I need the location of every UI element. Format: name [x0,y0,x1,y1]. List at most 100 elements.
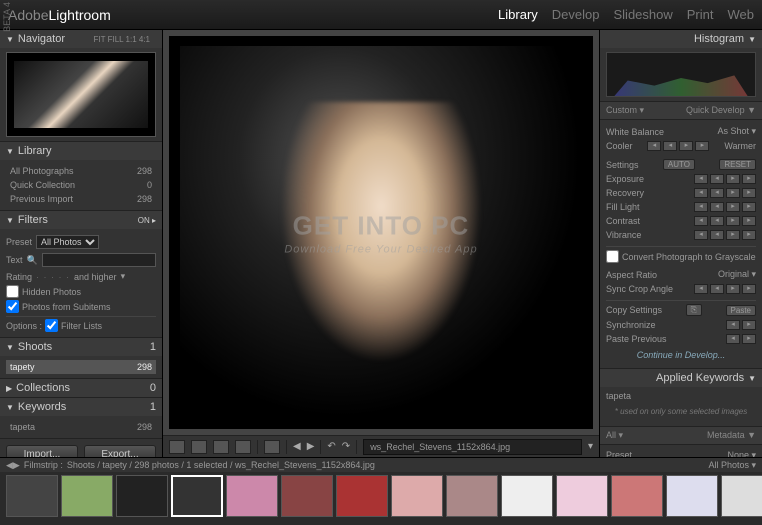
preset-label: Preset [6,237,32,247]
contrast-slider[interactable]: ◂◂▸▸ [694,216,756,226]
filmstrip-thumb[interactable] [611,475,663,517]
shoot-item[interactable]: tapety298 [6,360,156,374]
filmstrip-thumb[interactable] [226,475,278,517]
filter-lists-checkbox[interactable] [45,319,58,332]
chevron-right-icon: ▶ [6,384,12,393]
on-toggle[interactable]: ON ▸ [138,216,156,225]
recovery-slider[interactable]: ◂◂▸▸ [694,188,756,198]
filmstrip-thumb[interactable] [666,475,718,517]
vibrance-slider[interactable]: ◂◂▸▸ [694,230,756,240]
keyword-item[interactable]: tapeta298 [6,420,156,434]
preset-select[interactable]: All Photos [36,235,99,249]
fill light-slider[interactable]: ◂◂▸▸ [694,202,756,212]
wb-label: White Balance [606,127,664,137]
library-item[interactable]: All Photographs298 [6,164,156,178]
copy-button[interactable]: ⎘ [686,304,702,316]
hidden-photos-checkbox[interactable] [6,285,19,298]
continue-develop-link[interactable]: Continue in Develop... [606,346,756,364]
chevron-down-icon: ▼ [6,403,14,412]
filmstrip-thumb[interactable] [721,475,762,517]
module-slideshow[interactable]: Slideshow [614,7,673,22]
sort-button[interactable] [264,440,280,454]
module-print[interactable]: Print [687,7,714,22]
filmstrip-thumb[interactable] [61,475,113,517]
quick-develop-header[interactable]: Quick Develop ▼ [686,105,756,116]
applied-keywords-header[interactable]: Applied Keywords▼ [600,369,762,387]
filmstrip-thumb[interactable] [336,475,388,517]
rating-label: Rating [6,272,32,282]
metadata-header[interactable]: Metadata ▼ [707,430,756,441]
aspect-value[interactable]: Original ▾ [718,269,756,280]
compare-view-button[interactable] [213,440,229,454]
paste-prev-buttons[interactable]: ◂▸ [726,334,756,344]
chevron-down-icon[interactable]: ▾ [588,441,593,452]
filmstrip-thumb[interactable] [501,475,553,517]
navigator-zoom-options[interactable]: FIT FILL 1:1 4:1 [94,35,156,44]
custom-selector[interactable]: Custom ▾ [606,105,644,116]
chevron-down-icon: ▼ [6,216,14,225]
survey-view-button[interactable] [235,440,251,454]
filmstrip-thumb[interactable] [446,475,498,517]
chevron-down-icon: ▼ [6,147,14,156]
beta-badge: BETA 4 [2,2,12,32]
top-bar: BETA 4 AdobeLightroom Library Develop Slid… [0,0,762,30]
filmstrip-thumb[interactable] [171,475,223,517]
chevron-down-icon: ▼ [6,35,14,44]
chevron-down-icon[interactable]: ▾ [121,271,126,282]
prev-icon[interactable]: ◀ [293,441,301,452]
chevron-down-icon: ▼ [748,35,756,44]
filmstrip: ◀ ▶ Filmstrip : Shoots / tapety / 298 ph… [0,457,762,525]
filters-header[interactable]: ▼ Filters ON ▸ [0,211,162,229]
keywords-header[interactable]: ▼ Keywords 1 [0,398,162,416]
keyword-value: tapeta [606,391,756,401]
wb-value[interactable]: As Shot ▾ [717,126,756,137]
filmstrip-thumb[interactable] [281,475,333,517]
prev-icon[interactable]: ◀ [6,460,13,471]
text-label: Text [6,255,23,265]
viewer-toolbar: ◀ ▶ ↶ ↷ ws_Rechel_Stevens_1152x864.jpg ▾ [163,435,599,457]
module-picker: Library Develop Slideshow Print Web [498,7,754,22]
module-web[interactable]: Web [728,7,755,22]
library-item[interactable]: Quick Collection0 [6,178,156,192]
sync-buttons[interactable]: ◂▸ [726,320,756,330]
filmstrip-thumb[interactable] [116,475,168,517]
play-icon[interactable]: ▶ [307,441,315,452]
exposure-slider[interactable]: ◂◂▸▸ [694,174,756,184]
metadata-all[interactable]: All ▾ [606,430,623,441]
app-logo: AdobeLightroom [8,7,111,23]
filmstrip-thumb[interactable] [6,475,58,517]
filename-display: ws_Rechel_Stevens_1152x864.jpg [363,439,582,455]
grid-view-button[interactable] [169,440,185,454]
left-panel: ▼ Navigator FIT FILL 1:1 4:1 ▼ Library A… [0,30,163,457]
filmstrip-thumb[interactable] [391,475,443,517]
reset-button[interactable]: RESET [719,159,756,170]
subitems-checkbox[interactable] [6,300,19,313]
loupe-view-button[interactable] [191,440,207,454]
grayscale-checkbox[interactable] [606,250,619,263]
library-header[interactable]: ▼ Library [0,142,162,160]
filmstrip-thumb[interactable] [556,475,608,517]
histogram-header[interactable]: Histogram ▼ [600,30,762,48]
crop-angle-slider[interactable]: ◂◂▸▸ [694,284,756,294]
shoots-header[interactable]: ▼ Shoots 1 [0,338,162,356]
filmstrip-filter[interactable]: All Photos ▾ [708,460,756,471]
rotate-left-icon[interactable]: ↶ [327,441,335,452]
navigator-preview[interactable] [6,52,156,137]
text-filter-input[interactable] [42,253,156,267]
collections-header[interactable]: ▶ Collections 0 [0,379,162,397]
paste-button[interactable]: Paste [726,305,756,316]
filmstrip-label: Filmstrip : [24,460,63,470]
image-viewer[interactable]: GET INTO PC Download Free Your Desired A… [169,36,593,429]
navigator-header[interactable]: ▼ Navigator FIT FILL 1:1 4:1 [0,30,162,48]
module-develop[interactable]: Develop [552,7,600,22]
rating-stars[interactable]: · · · · · [36,272,70,282]
rotate-right-icon[interactable]: ↷ [342,441,350,452]
next-icon[interactable]: ▶ [13,460,20,471]
auto-button[interactable]: AUTO [663,159,695,170]
module-library[interactable]: Library [498,7,538,22]
library-item[interactable]: Previous Import298 [6,192,156,206]
filmstrip-path: Shoots / tapety / 298 photos / 1 selecte… [67,460,709,470]
keyword-hint: * used on only some selected images [606,401,756,422]
wb-slider[interactable]: ◂◂▸▸ [647,141,709,151]
search-icon: 🔍 [27,255,38,266]
